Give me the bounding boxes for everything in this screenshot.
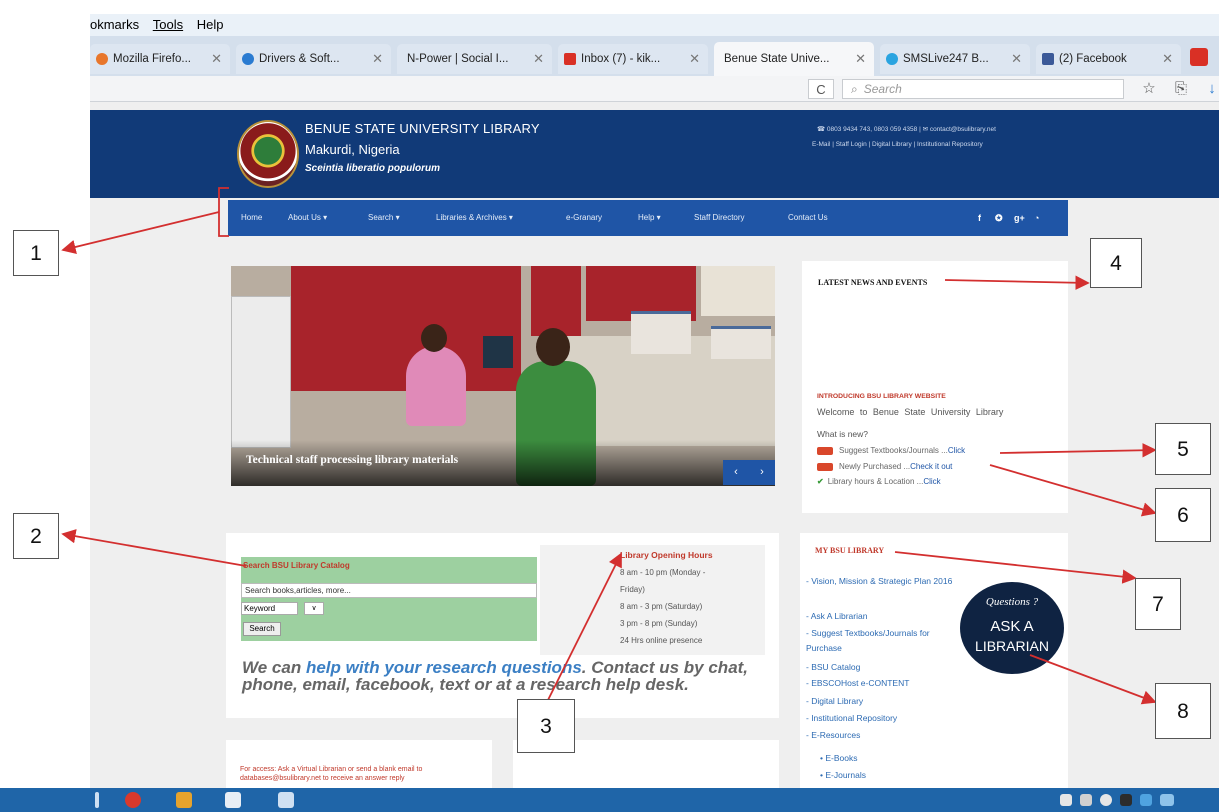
arrow-5: [999, 443, 1157, 458]
arrow-4: [944, 275, 1090, 290]
arrow-8: [1029, 654, 1157, 705]
annotation-label-6: 6: [1155, 488, 1211, 542]
annotation-label-5: 5: [1155, 423, 1211, 475]
arrow-7: [894, 551, 1137, 584]
nav-bracket: [218, 187, 229, 237]
arrow-6: [989, 464, 1157, 517]
annotation-label-1: 1: [13, 230, 59, 276]
annotation-label-7: 7: [1135, 578, 1181, 630]
annotation-label-4: 4: [1090, 238, 1142, 288]
annotation-label-3: 3: [517, 699, 575, 753]
annotation-arrows: [61, 187, 1157, 705]
annotation-label-2: 2: [13, 513, 59, 559]
annotation-label-8: 8: [1155, 683, 1211, 739]
arrow-3: [547, 552, 622, 701]
arrow-1: [61, 211, 220, 255]
arrow-2: [61, 529, 247, 567]
